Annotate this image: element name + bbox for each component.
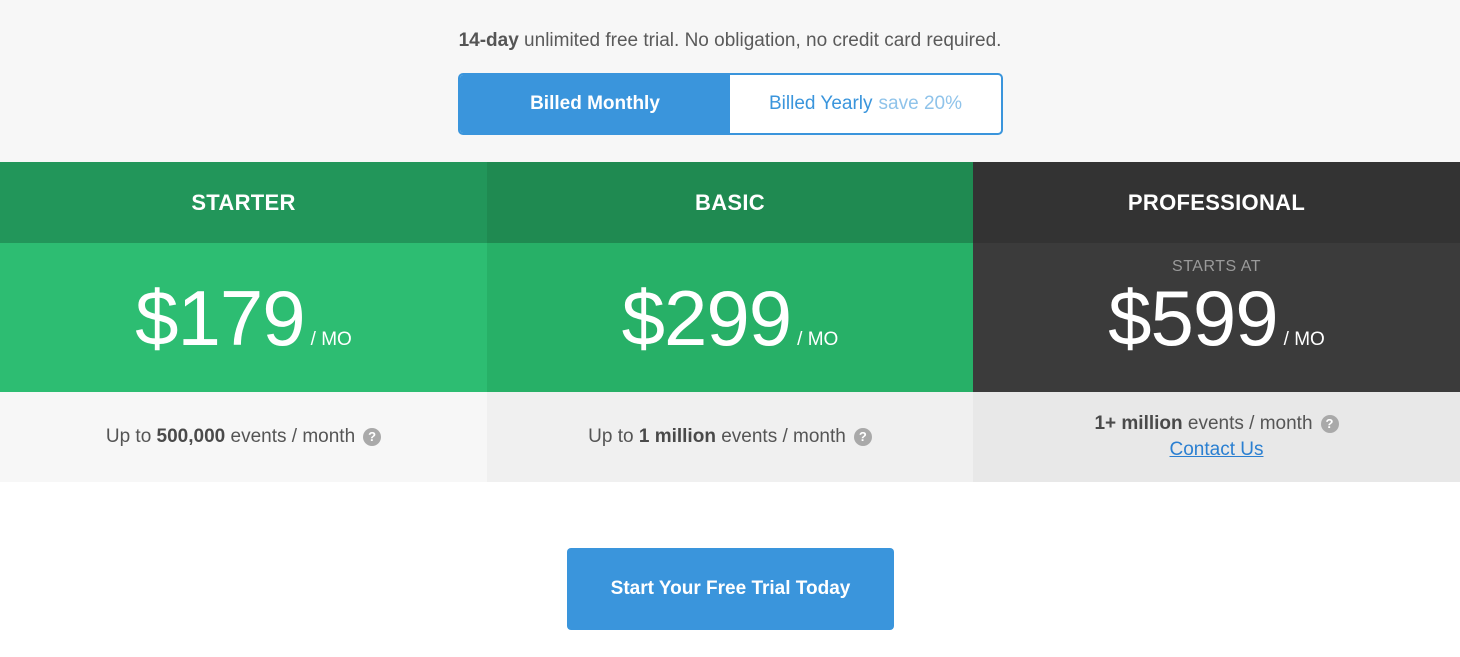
billed-yearly-label: Billed Yearly bbox=[769, 93, 873, 114]
plan-price: $179 bbox=[135, 274, 306, 362]
price-unit: / MO bbox=[797, 329, 839, 350]
billed-monthly-label: Billed Monthly bbox=[530, 93, 660, 114]
contact-us-link[interactable]: Contact Us bbox=[1170, 439, 1264, 461]
plan-basic: BASIC $299/ MO Up to 1 million events / … bbox=[487, 162, 973, 482]
price-unit: / MO bbox=[310, 329, 352, 350]
billing-toggle: Billed Monthly Billed Yearly save 20% bbox=[458, 73, 1003, 135]
usage-suffix: events / month bbox=[1182, 413, 1313, 434]
usage-amount: 1 million bbox=[638, 426, 716, 447]
plan-usage: 1+ million events / month? Contact Us bbox=[973, 392, 1460, 482]
plan-usage: Up to 1 million events / month? bbox=[487, 392, 973, 482]
pricing-table: STARTER $179/ MO Up to 500,000 events / … bbox=[0, 162, 1460, 482]
start-free-trial-button[interactable]: Start Your Free Trial Today bbox=[567, 548, 894, 630]
usage-suffix: events / month bbox=[715, 426, 846, 447]
plan-price-block: $299/ MO bbox=[487, 243, 973, 392]
trial-note-text: unlimited free trial. No obligation, no … bbox=[518, 30, 1002, 51]
trial-note: 14-day unlimited free trial. No obligati… bbox=[0, 30, 1460, 52]
plan-price-block: STARTS AT $599/ MO bbox=[973, 243, 1460, 392]
plan-name: BASIC bbox=[487, 162, 973, 243]
plan-name: STARTER bbox=[0, 162, 487, 243]
plan-starter: STARTER $179/ MO Up to 500,000 events / … bbox=[0, 162, 487, 482]
billed-monthly-button[interactable]: Billed Monthly bbox=[460, 75, 730, 133]
help-icon[interactable]: ? bbox=[853, 428, 872, 446]
billed-yearly-button[interactable]: Billed Yearly save 20% bbox=[730, 75, 1001, 133]
billing-header: 14-day unlimited free trial. No obligati… bbox=[0, 0, 1460, 162]
usage-suffix: events / month bbox=[225, 426, 356, 447]
plan-price-block: $179/ MO bbox=[0, 243, 487, 392]
price-unit: / MO bbox=[1283, 329, 1325, 350]
usage-prefix: Up to bbox=[105, 426, 157, 447]
plan-usage: Up to 500,000 events / month? bbox=[0, 392, 487, 482]
plan-price: $299 bbox=[621, 274, 793, 362]
usage-amount: 1+ million bbox=[1094, 413, 1183, 434]
plan-price: $599 bbox=[1108, 274, 1279, 362]
help-icon[interactable]: ? bbox=[363, 428, 382, 446]
usage-amount: 500,000 bbox=[156, 426, 226, 447]
plan-professional: PROFESSIONAL STARTS AT $599/ MO 1+ milli… bbox=[973, 162, 1460, 482]
yearly-save-note: save 20% bbox=[878, 93, 962, 114]
help-icon[interactable]: ? bbox=[1320, 415, 1339, 433]
trial-duration: 14-day bbox=[458, 30, 519, 51]
usage-prefix: Up to bbox=[588, 426, 639, 447]
plan-name: PROFESSIONAL bbox=[973, 162, 1460, 243]
